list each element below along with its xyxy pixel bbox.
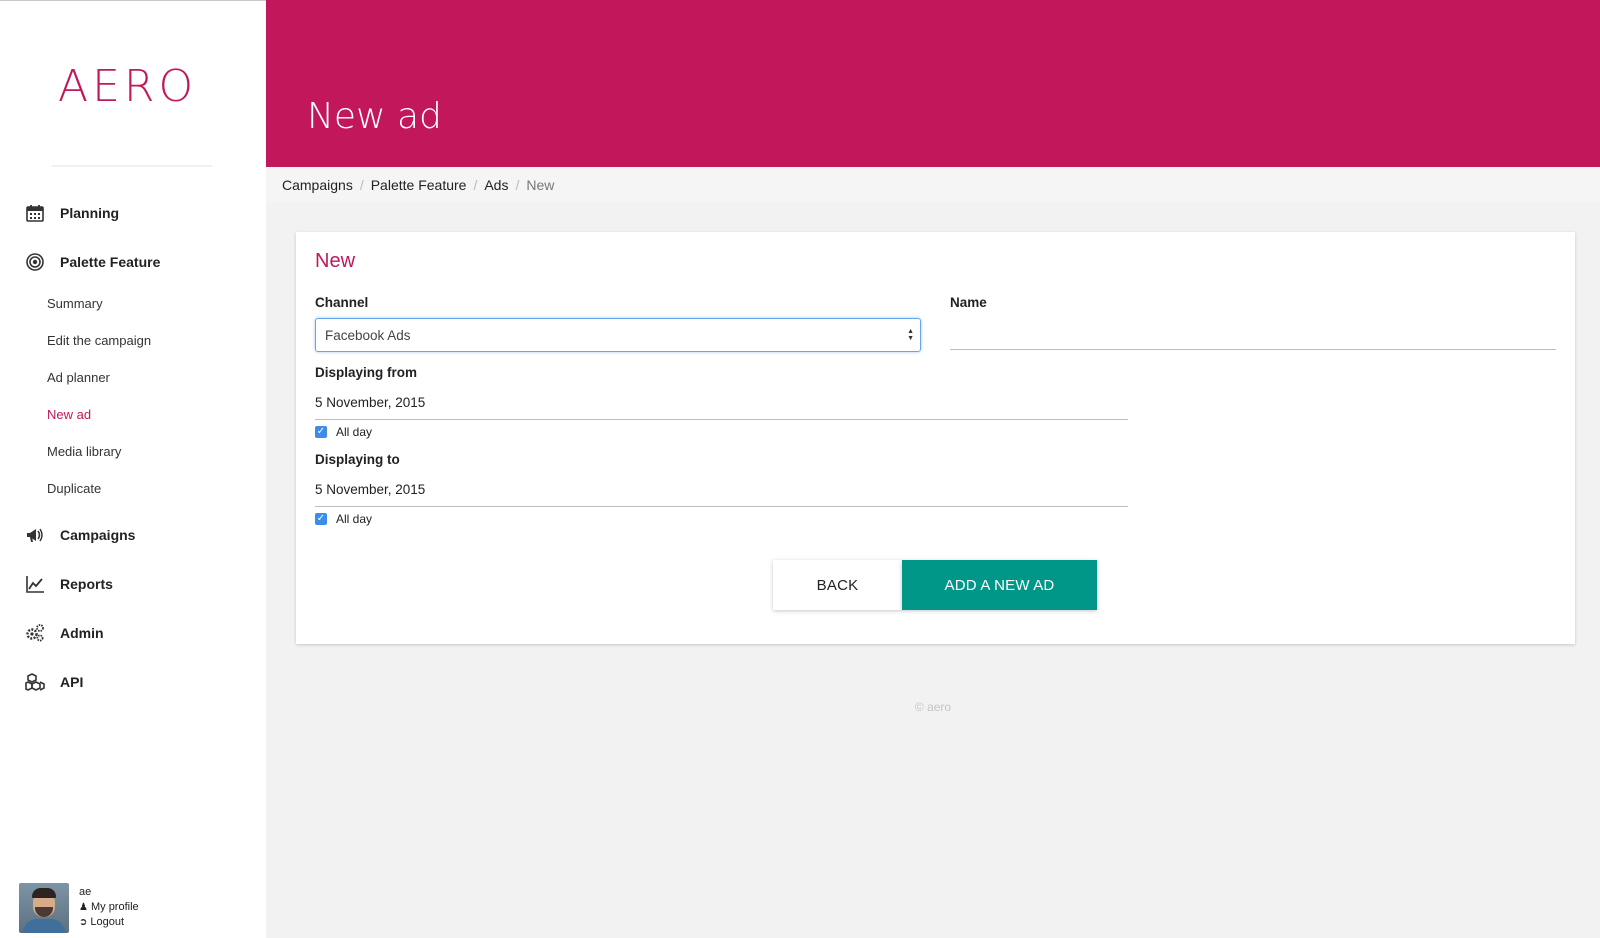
- target-icon: [24, 251, 46, 273]
- sidebar-item-reports[interactable]: Reports: [24, 572, 113, 596]
- breadcrumb-separator: /: [515, 176, 520, 193]
- user-icon: ♟: [79, 902, 88, 913]
- sidebar-subitem-media-library[interactable]: Media library: [47, 444, 121, 459]
- sidebar-subitem-new-ad[interactable]: New ad: [47, 407, 91, 422]
- displaying-from-input[interactable]: 5 November, 2015: [315, 392, 1128, 420]
- avatar[interactable]: [19, 883, 69, 933]
- page-title: New ad: [307, 96, 442, 137]
- displaying-from-all-day-checkbox[interactable]: ✓ All day: [315, 425, 372, 439]
- user-name: ae: [79, 886, 92, 898]
- breadcrumb-new: New: [526, 176, 555, 193]
- sidebar-subitem-ad-planner[interactable]: Ad planner: [47, 370, 110, 385]
- channel-select[interactable]: Facebook Ads ▲ ▼: [315, 318, 921, 352]
- sidebar-item-campaigns[interactable]: Campaigns: [24, 523, 135, 547]
- breadcrumb-ads[interactable]: Ads: [484, 177, 508, 193]
- breadcrumb-palette-feature[interactable]: Palette Feature: [371, 177, 467, 193]
- sidebar-item-label: Reports: [60, 576, 113, 592]
- channel-label: Channel: [315, 295, 369, 310]
- aero-logo[interactable]: AERO: [58, 61, 197, 112]
- displaying-to-label: Displaying to: [315, 452, 400, 467]
- displaying-to-input[interactable]: 5 November, 2015: [315, 479, 1128, 507]
- user-box: ae ♟ My profile ➲ Logout: [19, 883, 139, 933]
- breadcrumb-separator: /: [473, 176, 478, 193]
- sidebar-item-label: Planning: [60, 205, 120, 221]
- form-title: New: [315, 250, 356, 272]
- sidebar-item-admin[interactable]: Admin: [24, 621, 104, 645]
- sidebar: AERO Planning Palette Feature Summary Ed…: [0, 0, 266, 938]
- name-label: Name: [950, 295, 987, 310]
- cubes-icon: [24, 671, 46, 693]
- megaphone-icon: [24, 524, 46, 546]
- breadcrumb-campaigns[interactable]: Campaigns: [282, 177, 353, 193]
- displaying-from-label: Displaying from: [315, 365, 418, 380]
- checkbox-checked-icon: ✓: [315, 513, 327, 525]
- sidebar-item-label: Campaigns: [60, 527, 136, 543]
- name-input[interactable]: [950, 324, 1556, 350]
- add-new-ad-button[interactable]: ADD A NEW AD: [902, 560, 1097, 610]
- checkbox-label: All day: [336, 425, 373, 439]
- breadcrumb-separator: /: [359, 176, 364, 193]
- sidebar-item-planning[interactable]: Planning: [24, 201, 119, 225]
- sidebar-subitem-summary[interactable]: Summary: [47, 296, 103, 311]
- new-ad-form-card: New Channel Facebook Ads ▲ ▼ Name Display…: [296, 232, 1575, 644]
- calendar-icon: [24, 202, 46, 224]
- sidebar-item-label: API: [60, 674, 84, 690]
- logo-divider: [52, 165, 212, 167]
- sidebar-item-api[interactable]: API: [24, 670, 83, 694]
- logout-icon: ➲: [79, 917, 88, 928]
- back-button[interactable]: BACK: [773, 560, 902, 610]
- breadcrumb: Campaigns / Palette Feature / Ads / New: [266, 167, 1600, 202]
- page-header: New ad: [266, 0, 1600, 167]
- sidebar-item-label: Palette Feature: [60, 254, 161, 270]
- logout-link[interactable]: ➲ Logout: [79, 915, 139, 930]
- channel-select-value: Facebook Ads: [325, 327, 411, 343]
- line-chart-icon: [24, 573, 46, 595]
- footer-copyright: © aero: [914, 700, 952, 714]
- sidebar-item-label: Admin: [60, 625, 104, 641]
- sidebar-subitem-duplicate[interactable]: Duplicate: [47, 481, 101, 496]
- sidebar-item-palette-feature[interactable]: Palette Feature: [24, 250, 160, 274]
- select-arrows-icon: ▲ ▼: [907, 328, 914, 342]
- sidebar-subitem-edit-campaign[interactable]: Edit the campaign: [47, 333, 151, 348]
- my-profile-link[interactable]: ♟ My profile: [79, 900, 139, 915]
- displaying-to-all-day-checkbox[interactable]: ✓ All day: [315, 512, 372, 526]
- checkbox-label: All day: [336, 512, 373, 526]
- gears-icon: [24, 622, 46, 644]
- checkbox-checked-icon: ✓: [315, 426, 327, 438]
